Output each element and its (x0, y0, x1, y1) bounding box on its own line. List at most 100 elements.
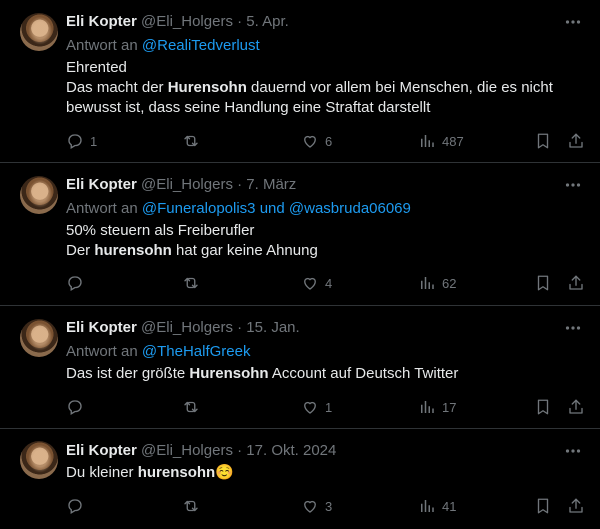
tweet[interactable]: Eli Kopter @Eli_Holgers · 17. Okt. 2024 … (0, 429, 600, 529)
tweet-line: Du kleiner hurensohn☺️ (66, 464, 234, 481)
like-count: 3 (325, 498, 333, 514)
retweet-icon (184, 277, 198, 289)
tweet-text: Ehrented Das macht der Hurensohn dauernd… (66, 58, 576, 118)
author-name[interactable]: Eli Kopter (66, 319, 137, 336)
like-icon (304, 401, 316, 414)
tweet-header: Eli Kopter @Eli_Holgers · 5. Apr. (66, 13, 289, 31)
author-name[interactable]: Eli Kopter (66, 176, 137, 193)
views-button[interactable]: 487 (418, 131, 464, 151)
like-icon (304, 277, 316, 290)
view-count: 17 (442, 399, 457, 415)
share-icon (569, 399, 583, 414)
retweet-button[interactable] (182, 496, 206, 516)
bold-word: hurensohn (137, 464, 216, 481)
mention-link[interactable]: @wasbruda06069 (289, 200, 411, 217)
tweet-line: Ehrented (66, 59, 127, 76)
retweet-icon (184, 135, 198, 147)
separator-dot: · (237, 13, 243, 30)
share-icon (569, 133, 583, 148)
reply-button[interactable] (66, 397, 90, 417)
views-button[interactable]: 62 (418, 273, 456, 293)
like-count: 6 (325, 133, 333, 149)
retweet-button[interactable] (182, 397, 206, 417)
like-count: 4 (325, 275, 333, 291)
action-bar: 1 17 (66, 397, 586, 417)
like-icon (304, 135, 316, 148)
separator-dot: · (237, 442, 243, 459)
mention-joiner: und (259, 200, 285, 217)
tweet-date[interactable]: 17. Okt. 2024 (246, 442, 336, 459)
bookmark-button[interactable] (534, 496, 552, 516)
mention-link[interactable]: @RealiTedverlust (142, 37, 260, 54)
tweet-line: Das ist der größte Hurensohn Account auf… (66, 365, 459, 382)
author-handle[interactable]: @Eli_Holgers (141, 442, 233, 459)
author-name[interactable]: Eli Kopter (66, 13, 137, 30)
tweet-header: Eli Kopter @Eli_Holgers · 17. Okt. 2024 (66, 442, 336, 460)
tweet[interactable]: Eli Kopter @Eli_Holgers · 5. Apr. Antwor… (0, 0, 600, 163)
tweet-text: Das ist der größte Hurensohn Account auf… (66, 364, 576, 384)
like-count: 1 (325, 399, 333, 415)
action-bar: 1 6 487 (66, 131, 586, 151)
bookmark-button[interactable] (534, 397, 552, 417)
bookmark-button[interactable] (534, 273, 552, 293)
reply-count: 1 (90, 133, 98, 149)
author-handle[interactable]: @Eli_Holgers (141, 176, 233, 193)
like-button[interactable]: 1 (301, 397, 332, 417)
reply-context: Antwort an @Funeralopolis3 und @wasbruda… (66, 200, 411, 218)
bold-word: Hurensohn (167, 79, 247, 96)
more-icon[interactable] (564, 319, 582, 337)
share-button[interactable] (567, 131, 585, 151)
views-icon (421, 135, 434, 147)
more-icon[interactable] (564, 176, 582, 194)
action-bar: 4 62 (66, 273, 586, 293)
reply-button[interactable] (66, 273, 90, 293)
tweet-text: Du kleiner hurensohn☺️ (66, 463, 576, 483)
bookmark-icon (537, 399, 549, 415)
avatar[interactable] (20, 176, 58, 214)
reply-context: Antwort an @TheHalfGreek (66, 343, 251, 361)
tweet-line: 50% steuern als Freiberufler (66, 222, 255, 239)
avatar[interactable] (20, 13, 58, 51)
bookmark-button[interactable] (534, 131, 552, 151)
share-button[interactable] (567, 397, 585, 417)
more-icon[interactable] (564, 13, 582, 31)
avatar[interactable] (20, 441, 58, 479)
bookmark-icon (537, 275, 549, 291)
views-button[interactable]: 17 (418, 397, 456, 417)
like-button[interactable]: 3 (301, 496, 332, 516)
tweet-date[interactable]: 5. Apr. (246, 13, 289, 30)
bold-word: hurensohn (94, 242, 172, 259)
share-button[interactable] (567, 273, 585, 293)
author-handle[interactable]: @Eli_Holgers (141, 13, 233, 30)
tweet-date[interactable]: 15. Jan. (246, 319, 299, 336)
like-button[interactable]: 4 (301, 273, 332, 293)
retweet-icon (184, 500, 198, 512)
bookmark-icon (537, 133, 549, 149)
more-icon[interactable] (564, 442, 582, 460)
tweet[interactable]: Eli Kopter @Eli_Holgers · 15. Jan. Antwo… (0, 306, 600, 429)
like-icon (304, 500, 316, 513)
retweet-button[interactable] (182, 131, 206, 151)
bold-word: Hurensohn (189, 365, 269, 382)
author-name[interactable]: Eli Kopter (66, 442, 137, 459)
separator-dot: · (237, 319, 243, 336)
reply-prefix: Antwort an (66, 200, 138, 217)
retweet-button[interactable] (182, 273, 206, 293)
tweet-text: 50% steuern als Freiberufler Der hurenso… (66, 221, 576, 261)
share-button[interactable] (567, 496, 585, 516)
tweet-date[interactable]: 7. März (246, 176, 296, 193)
reply-button[interactable]: 1 (66, 131, 97, 151)
author-handle[interactable]: @Eli_Holgers (141, 319, 233, 336)
avatar[interactable] (20, 319, 58, 357)
view-count: 62 (442, 275, 457, 291)
views-button[interactable]: 41 (418, 496, 456, 516)
retweet-icon (184, 401, 198, 413)
tweet-line: Das macht der Hurensohn dauernd vor alle… (66, 79, 553, 116)
mention-link[interactable]: @TheHalfGreek (142, 343, 251, 360)
tweet[interactable]: Eli Kopter @Eli_Holgers · 7. März Antwor… (0, 163, 600, 306)
like-button[interactable]: 6 (301, 131, 332, 151)
mention-link[interactable]: @Funeralopolis3 (142, 200, 256, 217)
view-count: 41 (442, 498, 457, 514)
tweet-line: Der hurensohn hat gar keine Ahnung (66, 242, 318, 259)
reply-button[interactable] (66, 496, 90, 516)
